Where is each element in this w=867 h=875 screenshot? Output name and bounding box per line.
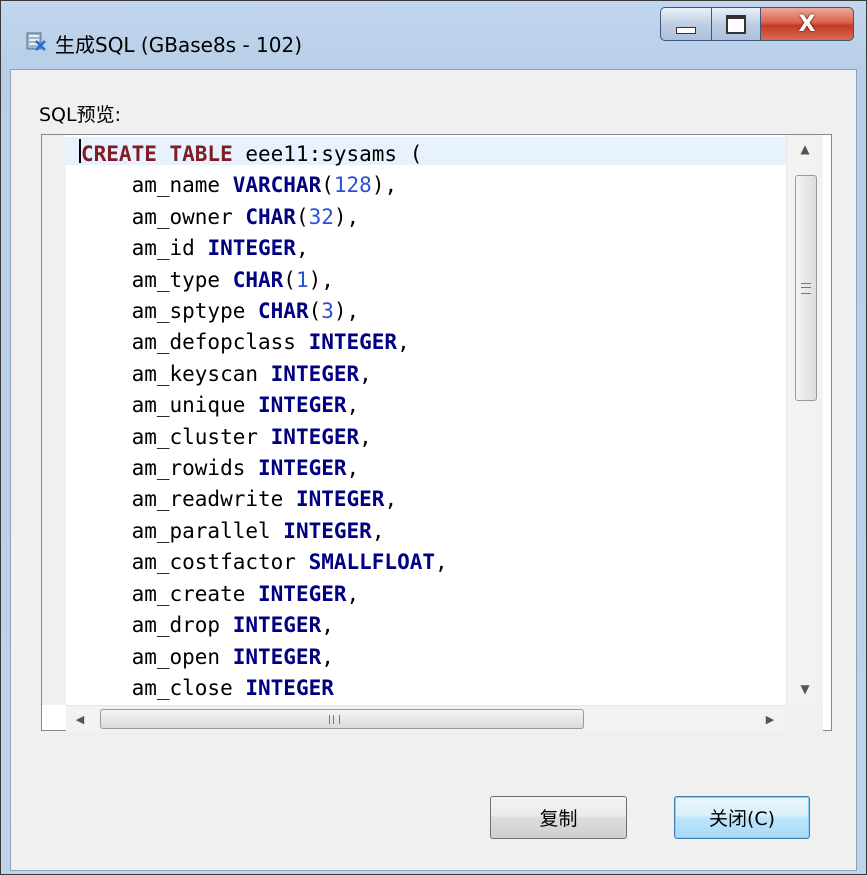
window-title: 生成SQL (GBase8s - 102) [55,33,302,57]
code-line: am_unique INTEGER, [81,393,360,418]
close-icon: X [798,11,816,37]
close-window-button[interactable]: X [760,7,854,41]
editor-gutter [42,135,66,705]
code-line: am_rowids INTEGER, [81,456,360,481]
horizontal-scroll-thumb[interactable] [100,709,584,729]
grip-icon [801,283,811,294]
code-line: am_type CHAR(1), [81,267,334,292]
copy-button[interactable]: 复制 [490,796,627,839]
code-line: am_cluster INTEGER, [81,424,372,449]
scroll-right-arrow-icon[interactable]: ▶ [756,706,784,732]
code-line: am_create INTEGER, [81,581,360,606]
sql-preview-editor[interactable]: CREATE TABLE eee11:sysams ( am_name VARC… [41,134,832,732]
code-line: am_costfactor SMALLFLOAT, [81,550,448,575]
code-line: am_parallel INTEGER, [81,518,385,543]
maximize-icon [726,14,746,34]
code-line: am_id INTEGER, [81,236,309,261]
code-area[interactable]: CREATE TABLE eee11:sysams ( am_name VARC… [66,135,786,705]
code-line: am_readwrite INTEGER, [81,487,398,512]
code-line: am_name VARCHAR(128), [81,173,398,198]
dialog-client-area: SQL预览: CREATE TABLE eee11:sysams ( am_na… [10,69,857,871]
code-line: am_drop INTEGER, [81,613,334,638]
grip-icon [329,715,340,724]
code-line: am_open INTEGER, [81,644,334,669]
scroll-up-arrow-icon[interactable]: ▲ [787,135,823,163]
scrollbar-corner [786,705,823,732]
title-bar[interactable]: 生成SQL (GBase8s - 102) X [1,1,866,71]
app-database-icon [26,32,46,51]
minimize-icon [676,26,696,34]
dialog-window: 生成SQL (GBase8s - 102) X SQL预览: CREATE TA… [0,0,867,875]
horizontal-scrollbar[interactable]: ◀ ▶ [66,705,786,732]
code-line: am_close INTEGER [81,675,334,700]
close-button[interactable]: 关闭(C) [674,796,810,839]
code-line: am_keyscan INTEGER, [81,361,372,386]
minimize-button[interactable] [660,7,712,41]
vertical-scroll-thumb[interactable] [795,175,817,401]
sql-code: CREATE TABLE eee11:sysams ( am_name VARC… [81,139,448,704]
scroll-down-arrow-icon[interactable]: ▼ [787,675,823,703]
scroll-left-arrow-icon[interactable]: ◀ [66,706,94,732]
vertical-scrollbar[interactable]: ▲ ▼ [786,135,823,705]
code-line: am_owner CHAR(32), [81,204,360,229]
sql-preview-label: SQL预览: [39,104,122,126]
maximize-button[interactable] [711,7,761,41]
code-line: am_sptype CHAR(3), [81,299,360,324]
code-line: am_defopclass INTEGER, [81,330,410,355]
code-line: CREATE TABLE eee11:sysams ( [81,142,423,166]
